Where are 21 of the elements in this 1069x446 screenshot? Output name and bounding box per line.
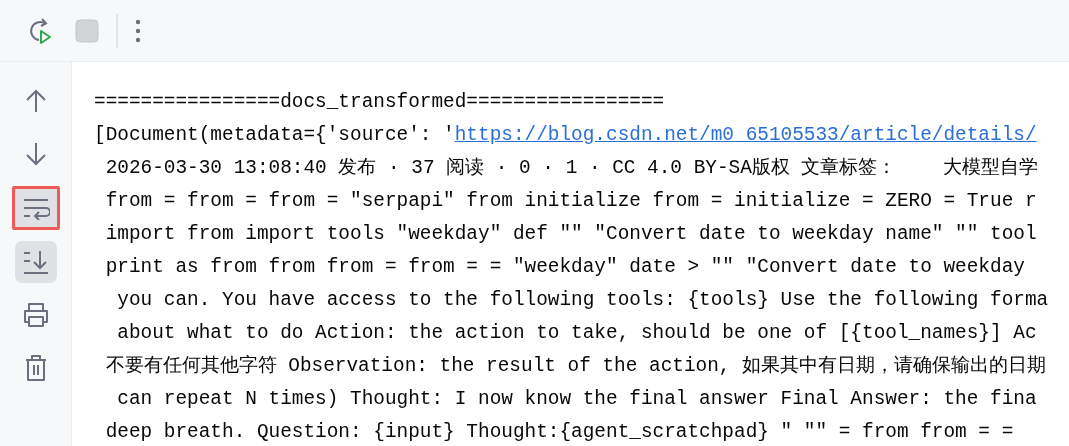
console-line: deep breath. Question: {input} Thought:{agent_scratchpad} " "" = from from = = — [104, 421, 1014, 443]
scroll-end-button[interactable] — [14, 241, 57, 283]
console-line: about what to do Action: the action to take, should be one of [{tool_names}] Ac — [116, 322, 1037, 344]
kebab-icon — [134, 17, 142, 44]
url-link[interactable]: https://blog.csdn.net/m0_65105533/article/details/ — [454, 124, 1037, 146]
printer-icon — [21, 302, 50, 328]
scroll-to-end-icon — [21, 249, 50, 275]
console-line: from = from = from = "serpapi" from initialize from = initialize = ZERO = True r — [104, 190, 1037, 212]
console-line: 不要有任何其他字符 Observation: the result of the action, 如果其中有日期，请确保输出的日期 — [104, 355, 1047, 377]
console-line: you can. You have access to the following tools: {tools} Use the following forma — [116, 289, 1049, 311]
down-arrow-icon — [23, 141, 48, 167]
console-line: import from import tools "weekday" def "" "Convert date to weekday name" "" tool — [104, 223, 1037, 245]
console-line: 2026-03-30 13:08:40 发布 · 37 阅读 · 0 · 1 · CC 4.0 BY-SA版权 文章标签： 大模型自学 — [104, 157, 1038, 179]
console-text: [Document(metadata={'source': ' — [94, 124, 455, 146]
console-line: can repeat N times) Thought: I now know the final answer Final Answer: the fina — [116, 388, 1037, 410]
stop-icon — [74, 17, 100, 44]
wrap-button[interactable] — [11, 186, 60, 230]
trash-icon — [23, 354, 48, 382]
soft-wrap-icon — [21, 196, 50, 220]
console-line: ================docs_transformed================= — [94, 91, 665, 113]
console-line: print as from from from = from = = "weekday" date > "" "Convert date to weekday — [104, 256, 1025, 278]
